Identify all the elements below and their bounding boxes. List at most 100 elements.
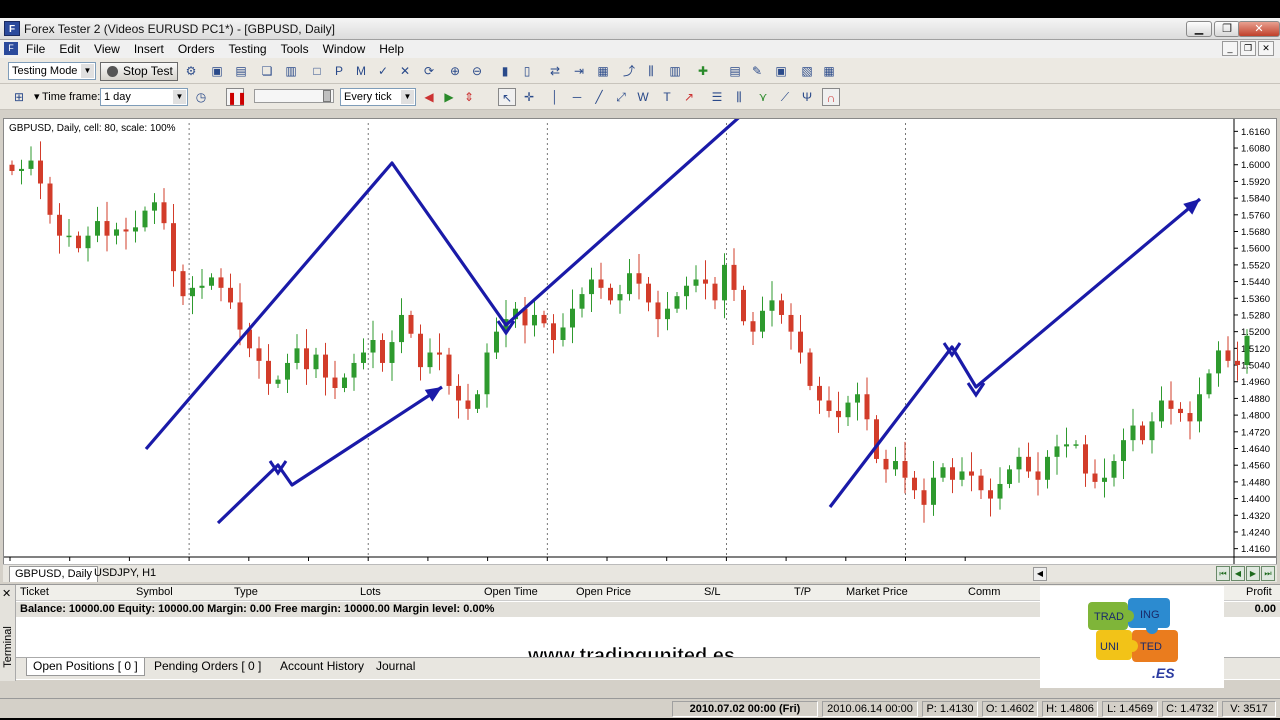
dropdown-arrow-icon[interactable]: ▾ xyxy=(34,88,40,106)
col-sl[interactable]: S/L xyxy=(704,586,721,598)
tab-last-icon[interactable]: ⏭ xyxy=(1261,566,1275,581)
tab-next-icon[interactable]: ▶ xyxy=(1246,566,1260,581)
new-order-icon[interactable]: ⊞ xyxy=(10,88,28,106)
zoom-in-icon[interactable]: ⊕ xyxy=(446,62,464,80)
autoscroll-icon[interactable]: ⇥ xyxy=(570,62,588,80)
menu-help[interactable]: Help xyxy=(379,42,404,56)
tab-journal[interactable]: Journal xyxy=(370,658,421,676)
candle-body xyxy=(931,477,936,505)
document-icon[interactable]: F xyxy=(4,42,18,55)
timeframe-select[interactable]: 1 day ▼ xyxy=(100,88,188,106)
col-tp[interactable]: T/P xyxy=(794,586,811,598)
testing-mode-select[interactable]: Testing Mode ▼ xyxy=(8,62,96,80)
chart-window[interactable]: GBPUSD, Daily, cell: 80, scale: 100% 1.6… xyxy=(3,118,1277,580)
fibo-fan-icon[interactable]: ⋎ xyxy=(754,88,772,106)
copy-icon[interactable]: ❏ xyxy=(258,62,276,80)
candle-body xyxy=(636,273,642,284)
add-indicator-icon[interactable]: ✚ xyxy=(694,62,712,80)
menu-testing[interactable]: Testing xyxy=(229,42,267,56)
templates-icon[interactable]: ▤ xyxy=(726,62,744,80)
slider-thumb[interactable] xyxy=(323,90,331,102)
menu-insert[interactable]: Insert xyxy=(134,42,164,56)
trend-line-icon[interactable]: ╱ xyxy=(590,88,608,106)
news-icon[interactable]: ▧ xyxy=(798,62,816,80)
grid-icon[interactable]: ▦ xyxy=(594,62,612,80)
crosshair-icon[interactable]: ✛ xyxy=(520,88,538,106)
pitchfork-icon[interactable]: Ψ xyxy=(798,88,816,106)
ray-icon[interactable]: ⤢ xyxy=(612,88,630,106)
col-comm[interactable]: Comm xyxy=(968,586,1000,598)
scroll-left-icon[interactable]: ◀ xyxy=(1033,567,1047,581)
col-open-price[interactable]: Open Price xyxy=(576,586,631,598)
screenshot-icon[interactable]: ▣ xyxy=(772,62,790,80)
candlestick-chart[interactable]: 1.6160 1.6080 1.6000 1.5920 1.5840 1.5760 1.56… xyxy=(4,119,1276,579)
col-ticket[interactable]: Ticket xyxy=(20,586,49,598)
clock-icon[interactable]: ◷ xyxy=(192,88,210,106)
tab-first-icon[interactable]: ⏮ xyxy=(1216,566,1230,581)
speed-slider[interactable] xyxy=(254,89,334,103)
candle-body xyxy=(85,235,91,249)
tick-mode-select[interactable]: Every tick ▼ xyxy=(340,88,416,106)
mdi-restore-button[interactable]: ❐ xyxy=(1240,41,1256,56)
col-market-price[interactable]: Market Price xyxy=(846,586,908,598)
mdi-minimize-button[interactable]: _ xyxy=(1222,41,1238,56)
fibo-time-icon[interactable]: ⫼ xyxy=(730,88,748,106)
market-watch-icon[interactable]: M xyxy=(352,62,370,80)
arrow-tool-icon[interactable]: ↗ xyxy=(680,88,698,106)
stop-test-button[interactable]: Stop Test xyxy=(100,62,178,81)
vertical-line-icon[interactable]: │ xyxy=(546,88,564,106)
wave-icon[interactable]: W xyxy=(634,88,652,106)
chart-tab-gbpusd[interactable]: GBPUSD, Daily xyxy=(9,566,99,582)
menu-view[interactable]: View xyxy=(94,42,120,56)
menu-edit[interactable]: Edit xyxy=(59,42,80,56)
text-icon[interactable]: T xyxy=(658,88,676,106)
calculator-icon[interactable]: ▦ xyxy=(820,62,838,80)
ohlc-icon[interactable]: ⫼ xyxy=(642,62,660,80)
menu-orders[interactable]: Orders xyxy=(178,42,215,56)
fibonacci-icon[interactable]: ☰ xyxy=(708,88,726,106)
bar-chart-icon[interactable]: ▮ xyxy=(496,62,514,80)
col-profit[interactable]: Profit xyxy=(1246,586,1272,598)
tab-prev-icon[interactable]: ◀ xyxy=(1231,566,1245,581)
save-icon[interactable]: ▤ xyxy=(232,62,250,80)
chart-tab-usdjpy[interactable]: USDJPY, H1 xyxy=(89,566,161,582)
horizontal-line-icon[interactable]: ─ xyxy=(568,88,586,106)
tab-open-positions[interactable]: Open Positions [ 0 ] xyxy=(26,658,145,676)
volume-icon[interactable]: ▥ xyxy=(666,62,684,80)
col-symbol[interactable]: Symbol xyxy=(136,586,173,598)
close-doc-icon[interactable]: ✕ xyxy=(396,62,414,80)
refresh-icon[interactable]: ⟳ xyxy=(420,62,438,80)
menu-file[interactable]: File xyxy=(26,42,45,56)
chart-shift-icon[interactable]: ⇄ xyxy=(546,62,564,80)
step-back-icon[interactable]: ◀ xyxy=(420,88,438,106)
terminal-close-icon[interactable]: ✕ xyxy=(2,587,11,600)
line-chart-icon[interactable]: ⤴ xyxy=(620,62,638,80)
col-open-time[interactable]: Open Time xyxy=(484,586,538,598)
jump-icon[interactable]: ⇕ xyxy=(460,88,478,106)
magnet-icon[interactable]: ∩ xyxy=(822,88,840,106)
check-icon[interactable]: ✓ xyxy=(374,62,392,80)
menu-window[interactable]: Window xyxy=(323,42,366,56)
menu-tools[interactable]: Tools xyxy=(281,42,309,56)
col-type[interactable]: Type xyxy=(234,586,258,598)
tab-account-history[interactable]: Account History xyxy=(274,658,370,676)
print-icon[interactable]: ▥ xyxy=(282,62,300,80)
col-lots[interactable]: Lots xyxy=(360,586,381,598)
strategy-icon[interactable]: ✎ xyxy=(748,62,766,80)
pause-icon[interactable]: ❚❚ xyxy=(226,88,247,106)
candle-chart-icon[interactable]: ▯ xyxy=(518,62,536,80)
cursor-icon[interactable]: ↖ xyxy=(498,88,516,106)
mdi-close-button[interactable]: ✕ xyxy=(1258,41,1274,56)
open-folder-icon[interactable]: ▣ xyxy=(208,62,226,80)
settings-icon[interactable]: ⚙ xyxy=(182,62,200,80)
profile-icon[interactable]: P xyxy=(330,62,348,80)
maximize-button[interactable]: ❐ xyxy=(1214,21,1240,37)
close-button[interactable]: ✕ xyxy=(1238,21,1280,37)
minimize-button[interactable]: ▁ xyxy=(1186,21,1212,37)
gann-fan-icon[interactable]: ⟋ xyxy=(776,88,794,106)
candle-body xyxy=(1035,471,1041,480)
new-chart-icon[interactable]: □ xyxy=(308,62,326,80)
zoom-out-icon[interactable]: ⊖ xyxy=(468,62,486,80)
tab-pending-orders[interactable]: Pending Orders [ 0 ] xyxy=(148,658,267,676)
step-forward-icon[interactable]: ▶ xyxy=(440,88,458,106)
